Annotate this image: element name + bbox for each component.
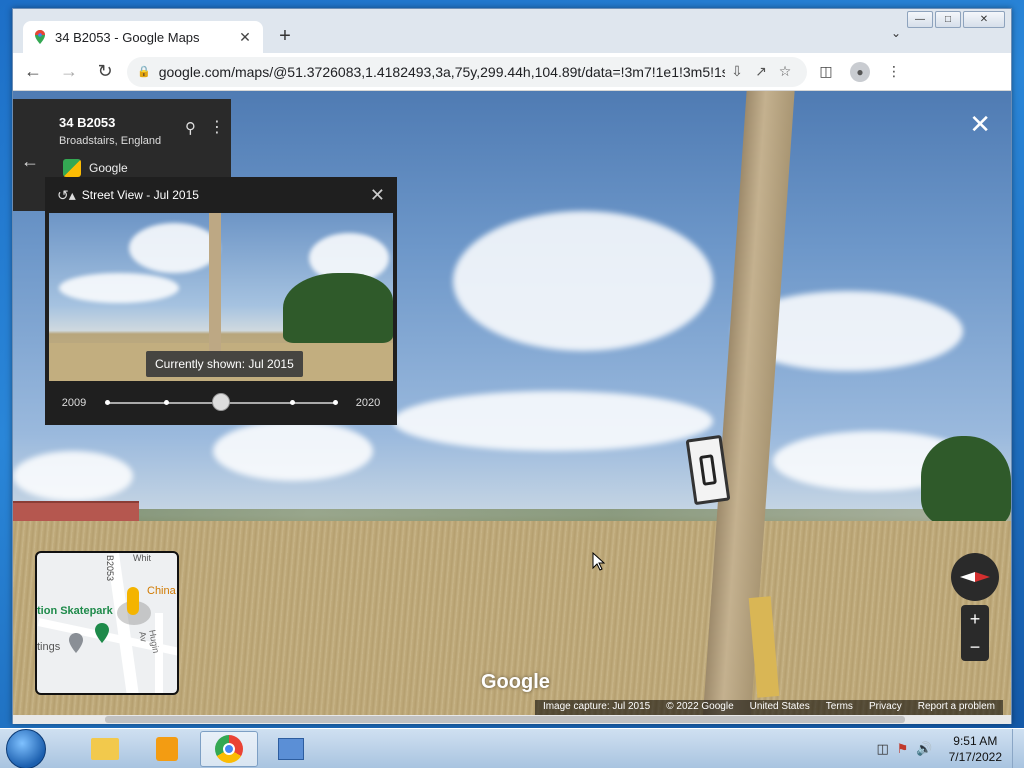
poi-skatepark[interactable]: tion Skatepark xyxy=(37,605,113,617)
slider-knob[interactable] xyxy=(212,393,230,411)
toolbar: ← → ↻ 🔒 google.com/maps/@51.3726083,1.41… xyxy=(13,53,1011,91)
network-icon[interactable]: ◫ xyxy=(876,741,888,757)
star-icon[interactable]: ☆ xyxy=(773,63,797,80)
time-travel-panel: ↺▴ Street View - Jul 2015 ✕ Currently sh… xyxy=(45,177,397,425)
source-name: Google xyxy=(89,161,128,175)
start-button[interactable] xyxy=(6,728,46,768)
volume-icon[interactable]: 🔊 xyxy=(916,741,932,757)
browser-window: — □ ✕ 34 B2053 - Google Maps ✕ + ⌄ ← → ↻… xyxy=(12,8,1012,724)
forward-arrow-icon[interactable]: → xyxy=(53,56,85,88)
mini-map[interactable]: B2053 Whit tion Skatepark China tings Hu… xyxy=(35,551,179,695)
tab-strip: 34 B2053 - Google Maps ✕ + ⌄ xyxy=(13,9,1011,53)
green-pin-icon[interactable] xyxy=(95,623,109,643)
show-desktop-button[interactable] xyxy=(1012,728,1024,768)
cloud xyxy=(213,421,373,481)
place-title[interactable]: 34 B2053 xyxy=(59,115,115,130)
report-problem-link[interactable]: Report a problem xyxy=(910,700,1003,715)
clock-date: 7/17/2022 xyxy=(948,749,1002,764)
close-street-view-icon[interactable]: ✕ xyxy=(969,111,991,137)
tab-search-chevron-icon[interactable]: ⌄ xyxy=(891,26,901,40)
taskbar-chrome[interactable] xyxy=(200,730,258,767)
kebab-menu-icon[interactable]: ⋮ xyxy=(881,59,907,85)
cloud xyxy=(13,451,133,501)
address-bar[interactable]: 🔒 google.com/maps/@51.3726083,1.4182493,… xyxy=(127,56,807,87)
road-label-b2053: B2053 xyxy=(105,555,115,582)
cloud xyxy=(453,211,713,351)
taskbar-media-player[interactable] xyxy=(138,731,196,767)
system-tray: ◫ ⚑ 🔊 9:51 AM 7/17/2022 xyxy=(876,733,1002,765)
lock-icon[interactable]: 🔒 xyxy=(137,65,151,78)
taskbar-control-panel[interactable] xyxy=(262,731,320,767)
poi-china[interactable]: China xyxy=(147,585,176,597)
more-options-icon[interactable]: ⋮ xyxy=(209,117,225,137)
google-maps-icon xyxy=(63,159,81,177)
slider-track[interactable] xyxy=(105,393,338,411)
end-year: 2020 xyxy=(355,397,381,409)
cloud xyxy=(393,391,713,451)
copyright: © 2022 Google xyxy=(666,701,734,712)
start-year: 2009 xyxy=(61,397,87,409)
media-player-icon xyxy=(156,736,178,761)
slider-stop[interactable] xyxy=(105,400,110,405)
zoom-controls: + − xyxy=(961,605,989,661)
install-icon[interactable]: ⇩ xyxy=(725,63,749,80)
tab-google-maps[interactable]: 34 B2053 - Google Maps ✕ xyxy=(23,21,263,53)
control-panel-icon xyxy=(278,737,304,760)
tab-title: 34 B2053 - Google Maps xyxy=(55,29,200,45)
poi-tings[interactable]: tings xyxy=(37,641,60,653)
compass-icon[interactable] xyxy=(951,553,999,601)
tree xyxy=(921,436,1011,526)
action-center-flag-icon[interactable]: ⚑ xyxy=(897,741,909,757)
tab-close-icon[interactable]: ✕ xyxy=(237,29,253,46)
zoom-in-icon[interactable]: + xyxy=(970,609,981,630)
profile-icon[interactable]: ● xyxy=(847,59,873,85)
close-time-travel-icon[interactable]: ✕ xyxy=(370,185,385,206)
region-link[interactable]: United States xyxy=(742,700,818,715)
folder-icon xyxy=(91,737,119,760)
taskbar: ◫ ⚑ 🔊 9:51 AM 7/17/2022 xyxy=(0,728,1024,768)
time-travel-preview[interactable]: Currently shown: Jul 2015 xyxy=(49,213,393,381)
pegman-icon[interactable] xyxy=(127,587,139,615)
google-maps-pin-icon xyxy=(35,30,45,44)
location-pin-icon[interactable]: ⚲ xyxy=(185,119,196,137)
slider-stop[interactable] xyxy=(164,400,170,405)
clock[interactable]: 9:51 AM 7/17/2022 xyxy=(949,733,1002,765)
slider-stop[interactable] xyxy=(333,400,338,405)
image-capture-date: Image capture: Jul 2015 xyxy=(542,701,651,712)
place-subtitle: Broadstairs, England xyxy=(59,135,162,147)
road-label-hugin: Hugin Av xyxy=(137,629,162,654)
year-slider[interactable]: 2009 2020 xyxy=(45,389,397,417)
share-icon[interactable]: ↗ xyxy=(749,63,773,80)
url-text[interactable]: google.com/maps/@51.3726083,1.4182493,3a… xyxy=(159,64,725,80)
privacy-link[interactable]: Privacy xyxy=(861,700,910,715)
zoom-out-icon[interactable]: − xyxy=(970,637,981,658)
horizontal-scrollbar[interactable] xyxy=(13,715,1011,724)
street-view-viewport[interactable]: ✕ ← 34 B2053 Broadstairs, England ⚲ ⋮ Go… xyxy=(13,91,1011,715)
back-arrow-icon[interactable]: ← xyxy=(21,151,39,172)
currently-shown-tooltip: Currently shown: Jul 2015 xyxy=(146,351,303,377)
terms-link[interactable]: Terms xyxy=(818,700,861,715)
reload-icon[interactable]: ↻ xyxy=(89,56,121,88)
clock-time: 9:51 AM xyxy=(953,733,998,748)
new-tab-button[interactable]: + xyxy=(275,26,295,46)
back-arrow-icon[interactable]: ← xyxy=(17,56,49,88)
scrollbar-thumb[interactable] xyxy=(105,716,905,723)
slider-stop[interactable] xyxy=(289,400,295,405)
taskbar-explorer[interactable] xyxy=(76,731,134,767)
side-panel-icon[interactable]: ◫ xyxy=(813,59,839,85)
map-footer: Image capture: Jul 2015 © 2022 Google Un… xyxy=(534,700,1003,715)
history-icon[interactable]: ↺▴ xyxy=(57,187,76,204)
chrome-icon xyxy=(215,734,243,763)
mouse-cursor-icon xyxy=(592,552,606,571)
road-label-whit: Whit xyxy=(133,553,151,563)
time-travel-label[interactable]: Street View - Jul 2015 xyxy=(82,188,370,202)
google-watermark: Google xyxy=(481,671,550,693)
gray-pin-icon[interactable] xyxy=(69,633,83,653)
time-travel-header: ↺▴ Street View - Jul 2015 ✕ xyxy=(45,177,397,213)
